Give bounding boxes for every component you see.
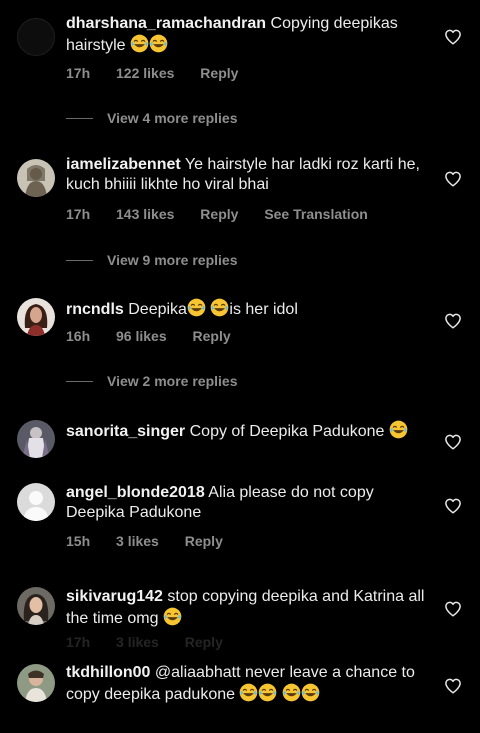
heart-icon[interactable] xyxy=(444,433,462,451)
likes-count[interactable]: 3 likes xyxy=(116,634,159,650)
heart-icon[interactable] xyxy=(444,312,462,330)
reply-button[interactable]: Reply xyxy=(193,328,231,344)
divider-line xyxy=(66,259,93,261)
comment-text: sanorita_singer Copy of Deepika Padukone xyxy=(66,420,436,442)
laughing-emoji-icon xyxy=(130,34,149,53)
avatar[interactable] xyxy=(17,483,55,521)
timestamp: 17h xyxy=(66,65,91,81)
laughing-emoji-icon xyxy=(389,420,408,439)
heart-icon[interactable] xyxy=(444,677,462,695)
comment-body: Copy of Deepika Padukone xyxy=(189,423,385,440)
username[interactable]: dharshana_ramachandran xyxy=(66,15,266,32)
username[interactable]: sikivarug142 xyxy=(66,588,163,605)
view-replies-button[interactable]: View 2 more replies xyxy=(66,373,237,389)
timestamp: 16h xyxy=(66,328,91,344)
heart-icon[interactable] xyxy=(444,170,462,188)
view-replies-label[interactable]: View 2 more replies xyxy=(107,373,237,389)
avatar[interactable] xyxy=(17,18,55,56)
laughing-emoji-icon xyxy=(163,607,182,626)
laughing-emoji-icon xyxy=(210,298,229,317)
comment-meta: 17h 143 likes Reply See Translation xyxy=(66,206,390,222)
laughing-emoji-icon xyxy=(239,683,258,702)
likes-count[interactable]: 122 likes xyxy=(116,65,174,81)
see-translation-button[interactable]: See Translation xyxy=(264,206,367,222)
heart-icon[interactable] xyxy=(444,497,462,515)
comment-text: sikivarug142 stop copying deepika and Ka… xyxy=(66,587,436,629)
view-replies-button[interactable]: View 9 more replies xyxy=(66,252,237,268)
avatar[interactable] xyxy=(17,664,55,702)
view-replies-label[interactable]: View 4 more replies xyxy=(107,110,237,126)
avatar[interactable] xyxy=(17,159,55,197)
comment-meta: 17h 3 likes Reply xyxy=(66,634,245,650)
avatar[interactable] xyxy=(17,298,55,336)
username[interactable]: tkdhillon00 xyxy=(66,664,150,681)
timestamp: 15h xyxy=(66,533,91,549)
likes-count[interactable]: 143 likes xyxy=(116,206,174,222)
username[interactable]: angel_blonde2018 xyxy=(66,484,205,501)
divider-line xyxy=(66,380,93,382)
username[interactable]: iamelizabennet xyxy=(66,156,181,173)
timestamp: 17h xyxy=(66,634,91,650)
laughing-emoji-icon xyxy=(282,683,301,702)
reply-button[interactable]: Reply xyxy=(200,206,238,222)
comment-text: angel_blonde2018 Alia please do not copy… xyxy=(66,483,436,523)
username[interactable]: sanorita_singer xyxy=(66,423,185,440)
laughing-emoji-icon xyxy=(258,683,277,702)
reply-button[interactable]: Reply xyxy=(185,533,223,549)
comment-meta: 15h 3 likes Reply xyxy=(66,533,245,549)
comment-body: Deepika xyxy=(128,301,187,318)
laughing-emoji-icon xyxy=(301,683,320,702)
comment-text: iamelizabennet Ye hairstyle har ladki ro… xyxy=(66,155,436,195)
view-replies-button[interactable]: View 4 more replies xyxy=(66,110,237,126)
comment-meta: 16h 96 likes Reply xyxy=(66,328,253,344)
avatar[interactable] xyxy=(17,420,55,458)
comment-text: tkdhillon00 @aliaabhatt never leave a ch… xyxy=(66,663,436,705)
comment-body-end: is her idol xyxy=(229,301,298,318)
reply-button[interactable]: Reply xyxy=(185,634,223,650)
comment-meta: 17h 122 likes Reply xyxy=(66,65,260,81)
comment-text: rncndls Deepika is her idol xyxy=(66,298,436,320)
timestamp: 17h xyxy=(66,206,91,222)
divider-line xyxy=(66,117,93,119)
likes-count[interactable]: 96 likes xyxy=(116,328,167,344)
laughing-emoji-icon xyxy=(187,298,206,317)
avatar[interactable] xyxy=(17,587,55,625)
heart-icon[interactable] xyxy=(444,600,462,618)
laughing-emoji-icon xyxy=(149,34,168,53)
username[interactable]: rncndls xyxy=(66,301,124,318)
comment-text: dharshana_ramachandran Copying deepikas … xyxy=(66,14,436,56)
view-replies-label[interactable]: View 9 more replies xyxy=(107,252,237,268)
heart-icon[interactable] xyxy=(444,28,462,46)
reply-button[interactable]: Reply xyxy=(200,65,238,81)
likes-count[interactable]: 3 likes xyxy=(116,533,159,549)
